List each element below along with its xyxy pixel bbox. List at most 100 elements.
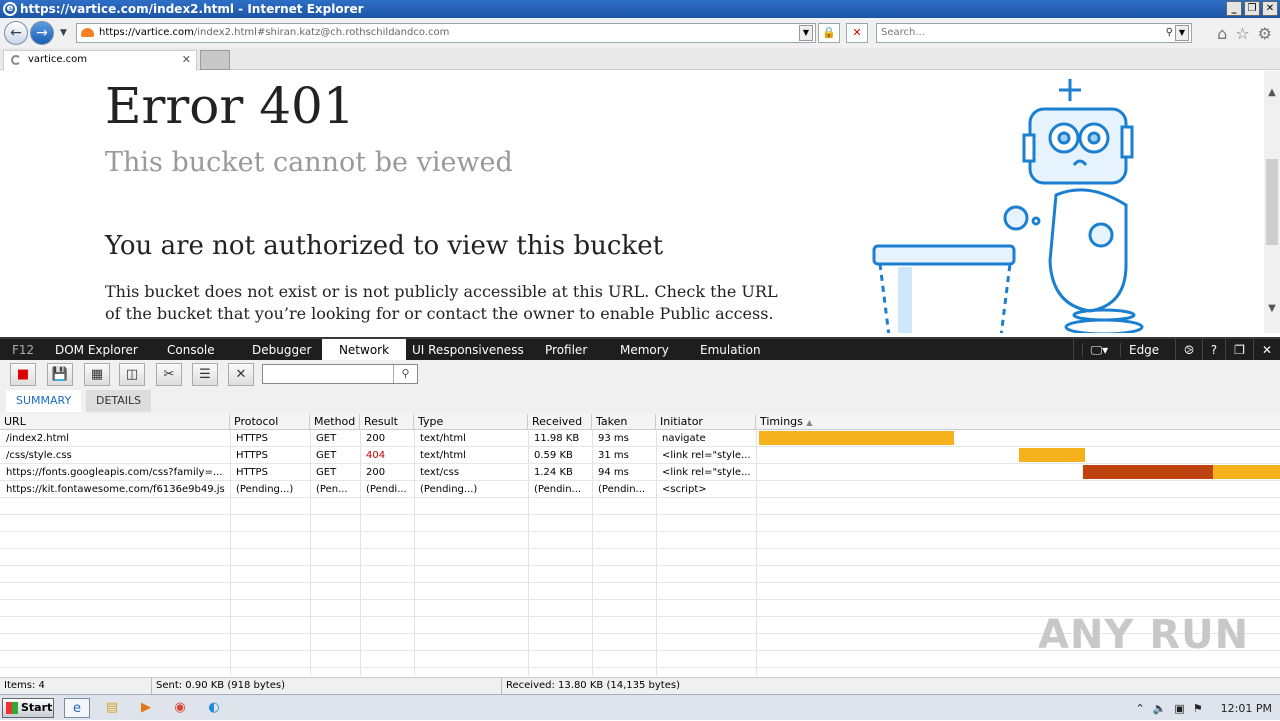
col-protocol[interactable]: Protocol xyxy=(230,414,310,430)
table-row[interactable]: https://kit.fontawesome.com/f6136e9b49.j… xyxy=(0,481,1280,498)
taskbar-edge-icon[interactable]: ◐ xyxy=(201,698,227,718)
stop-recording-icon[interactable]: ■ xyxy=(10,363,36,386)
scroll-down-icon[interactable]: ▼ xyxy=(1264,301,1280,317)
minimize-button[interactable]: _ xyxy=(1226,1,1242,16)
favorites-star-icon[interactable]: ☆ xyxy=(1235,24,1249,43)
cell-initiator: <script> xyxy=(662,484,707,495)
windows-logo-icon xyxy=(6,702,18,714)
settings-gear-icon[interactable]: ⚙ xyxy=(1258,24,1272,43)
history-dropdown-icon[interactable]: ▼ xyxy=(60,28,67,38)
tray-expand-icon[interactable]: ⌃ xyxy=(1135,702,1144,715)
col-initiator[interactable]: Initiator xyxy=(656,414,756,430)
address-path: /index2.html#shiran.katz@ch.rothschildan… xyxy=(193,27,450,38)
clock[interactable]: 12:01 PM xyxy=(1221,702,1272,715)
tab-console[interactable]: Console xyxy=(159,339,223,361)
page-vertical-scrollbar[interactable]: ▲ ▼ xyxy=(1264,71,1280,333)
tab-details[interactable]: DETAILS xyxy=(86,390,152,412)
address-bar[interactable]: https://vartice.com/index2.html#shiran.k… xyxy=(76,23,816,43)
search-icon[interactable]: ⚲ xyxy=(1166,24,1173,42)
tab-memory[interactable]: Memory xyxy=(612,339,677,361)
new-tab-button[interactable] xyxy=(200,50,230,70)
document-mode-selector[interactable]: 🖵▾ Edge xyxy=(1072,339,1176,361)
tab-label: vartice.com xyxy=(28,54,88,65)
restore-button[interactable]: ❐ xyxy=(1244,1,1260,16)
cell-url: /index2.html xyxy=(6,433,70,444)
cell-url: https://kit.fontawesome.com/f6136e9b49.j… xyxy=(6,484,225,495)
export-save-icon[interactable]: 💾 xyxy=(47,363,73,386)
taskbar-explorer-icon[interactable]: ▤ xyxy=(99,698,125,718)
error-heading: Error 401 xyxy=(105,77,355,135)
col-received[interactable]: Received xyxy=(528,414,592,430)
timing-bar xyxy=(759,431,954,445)
cell-protocol: HTTPS xyxy=(236,433,268,444)
action-center-flag-icon[interactable]: ⚑ xyxy=(1193,702,1203,715)
cell-result-error: 404 xyxy=(366,450,386,461)
windows-taskbar: Start e ▤ ▶ ◉ ◐ ⌃ 🔈 ▣ ⚑ 12:01 PM xyxy=(0,694,1280,720)
filter-search-icon[interactable]: ⚲ xyxy=(393,365,417,383)
page-viewport: Error 401 This bucket cannot be viewed Y… xyxy=(0,71,1264,333)
status-received: Received: 13.80 KB (14,135 bytes) xyxy=(506,680,680,691)
cell-initiator: navigate xyxy=(662,433,706,444)
tab-close-icon[interactable]: ✕ xyxy=(182,51,191,69)
tab-profiler[interactable]: Profiler xyxy=(537,339,595,361)
clear-cache-icon[interactable]: ◫ xyxy=(119,363,145,386)
tab-ui-responsiveness[interactable]: UI Responsiveness xyxy=(404,339,532,361)
cell-url: /css/style.css xyxy=(6,450,72,461)
clear-cookies-icon[interactable]: ✂ xyxy=(156,363,182,386)
col-type[interactable]: Type xyxy=(414,414,528,430)
window-title: https://vartice.com/index2.html - Intern… xyxy=(20,2,364,16)
table-row[interactable]: https://fonts.googleapis.com/css?family=… xyxy=(0,464,1280,481)
timing-bar xyxy=(1019,448,1085,462)
taskbar-chrome-icon[interactable]: ◉ xyxy=(167,698,193,718)
volume-icon[interactable]: 🔈 xyxy=(1153,702,1167,715)
scroll-thumb[interactable] xyxy=(1266,159,1278,245)
close-devtools-icon[interactable]: ✕ xyxy=(1252,339,1280,361)
undock-icon[interactable]: ❐ xyxy=(1225,339,1253,361)
unauthorized-title: You are not authorized to view this buck… xyxy=(105,231,664,261)
back-button[interactable]: ← xyxy=(4,21,28,45)
devtools-tab-bar: F12 DOM Explorer Console Debugger Networ… xyxy=(0,337,1280,361)
network-icon[interactable]: ▣ xyxy=(1174,702,1184,715)
tab-summary[interactable]: SUMMARY xyxy=(6,390,82,412)
clear-entries-icon[interactable]: ✕ xyxy=(228,363,254,386)
cell-received: 11.98 KB xyxy=(534,433,580,444)
address-toolbar: ← → ▼ https://vartice.com/index2.html#sh… xyxy=(0,18,1280,48)
col-result[interactable]: Result xyxy=(360,414,414,430)
tab-emulation[interactable]: Emulation xyxy=(692,339,769,361)
address-dropdown-icon[interactable]: ▼ xyxy=(799,25,813,41)
tab-debugger[interactable]: Debugger xyxy=(244,339,319,361)
network-toolbar: ■ 💾 ▦ ◫ ✂ ☰ ✕ ⚲ xyxy=(0,360,1280,388)
table-row[interactable]: /css/style.css HTTPS GET 404 text/html 0… xyxy=(0,447,1280,464)
cell-type: text/css xyxy=(420,467,460,478)
home-icon[interactable]: ⌂ xyxy=(1217,24,1227,43)
col-method[interactable]: Method xyxy=(310,414,360,430)
scroll-up-icon[interactable]: ▲ xyxy=(1264,85,1280,101)
cell-method: GET xyxy=(316,450,337,461)
clear-session-icon[interactable]: ☰ xyxy=(192,363,218,386)
timing-wait-bar xyxy=(1083,465,1213,479)
help-icon[interactable]: ? xyxy=(1201,339,1225,361)
system-tray: ⌃ 🔈 ▣ ⚑ 12:01 PM xyxy=(1135,695,1280,721)
search-input[interactable]: Search... ⚲ ▼ xyxy=(876,23,1192,43)
col-timings[interactable]: Timings ▲ xyxy=(756,414,1280,430)
col-taken[interactable]: Taken xyxy=(592,414,656,430)
taskbar-ie-icon[interactable]: e xyxy=(64,698,90,718)
stop-icon[interactable]: ✕ xyxy=(846,23,868,43)
close-window-button[interactable]: ✕ xyxy=(1262,1,1278,16)
cell-method: (Pen... xyxy=(316,484,348,495)
lock-icon[interactable]: 🔒 xyxy=(818,23,840,43)
search-dropdown-icon[interactable]: ▼ xyxy=(1175,25,1189,41)
table-row[interactable]: /index2.html HTTPS GET 200 text/html 11.… xyxy=(0,430,1280,447)
network-filter-input[interactable]: ⚲ xyxy=(262,364,418,384)
start-button[interactable]: Start xyxy=(2,698,54,718)
cell-received: (Pendin... xyxy=(534,484,582,495)
console-toggle-icon[interactable]: ⧁ xyxy=(1175,339,1202,361)
tab-vartice[interactable]: vartice.com ✕ xyxy=(3,50,197,70)
forward-button[interactable]: → xyxy=(30,21,54,45)
taskbar-media-player-icon[interactable]: ▶ xyxy=(133,698,159,718)
always-refresh-icon[interactable]: ▦ xyxy=(84,363,110,386)
tab-dom-explorer[interactable]: DOM Explorer xyxy=(47,339,146,361)
tab-network[interactable]: Network xyxy=(322,339,406,361)
col-url[interactable]: URL xyxy=(0,414,230,430)
address-host: https://vartice.com xyxy=(99,27,194,38)
